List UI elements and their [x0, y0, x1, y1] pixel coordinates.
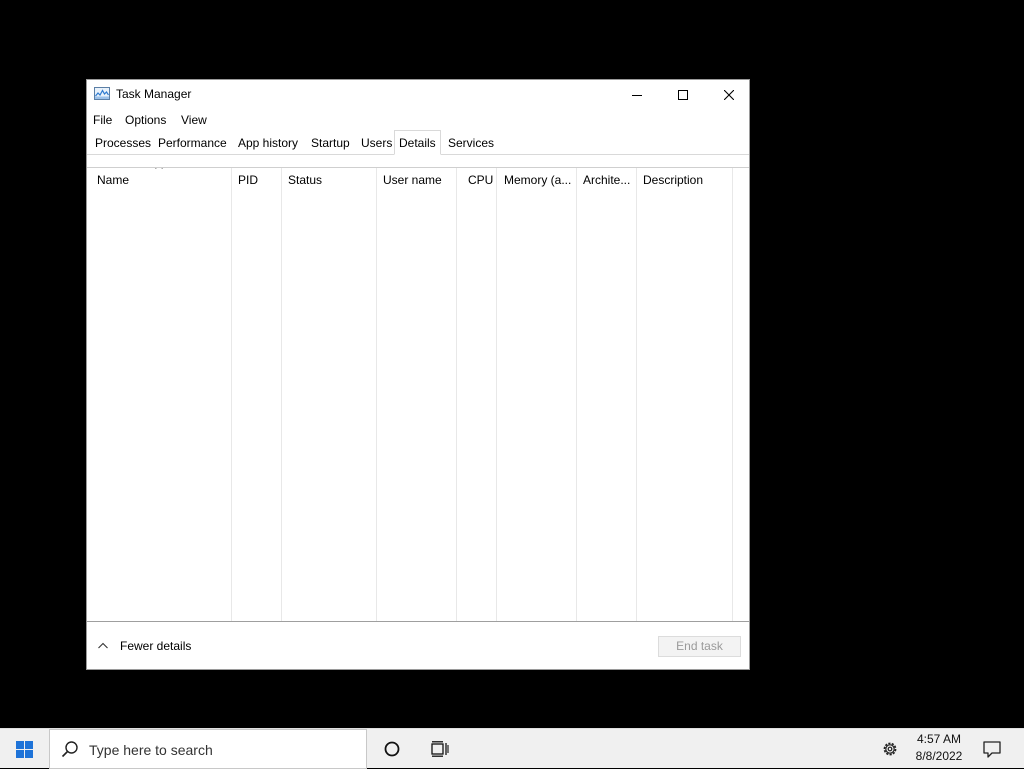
column-divider[interactable]: [376, 168, 377, 621]
column-header-description[interactable]: Description: [643, 173, 703, 187]
column-divider[interactable]: [281, 168, 282, 621]
task-view-icon: [431, 741, 449, 757]
tab-performance[interactable]: Performance: [154, 133, 231, 154]
clock-date: 8/8/2022: [915, 749, 963, 763]
taskbar: Type here to search 4:57 AM 8/8/2022: [0, 728, 1024, 769]
action-center-button[interactable]: [972, 729, 1012, 769]
tab-app-history[interactable]: App history: [234, 133, 302, 154]
cortana-button[interactable]: [370, 729, 414, 769]
clock-time: 4:57 AM: [916, 732, 962, 746]
title-bar[interactable]: Task Manager: [87, 80, 749, 109]
menu-options[interactable]: Options: [125, 113, 166, 127]
sort-ascending-icon: [155, 168, 163, 169]
end-task-button[interactable]: End task: [658, 636, 741, 657]
task-manager-window: Task Manager File Options View Processes…: [86, 79, 750, 670]
maximize-button[interactable]: [660, 80, 706, 109]
notification-icon: [983, 740, 1001, 758]
tab-details[interactable]: Details: [394, 130, 441, 155]
windows-logo-icon: [15, 740, 33, 758]
column-divider[interactable]: [732, 168, 733, 621]
column-header-architecture[interactable]: Archite...: [583, 173, 630, 187]
task-manager-icon: [94, 87, 110, 100]
menu-file[interactable]: File: [93, 113, 112, 127]
menu-bar: File Options View: [87, 110, 749, 130]
tab-startup[interactable]: Startup: [307, 133, 354, 154]
start-button[interactable]: [0, 729, 48, 769]
tab-users[interactable]: Users: [357, 133, 396, 154]
column-divider[interactable]: [456, 168, 457, 621]
settings-button[interactable]: [872, 729, 908, 769]
window-title: Task Manager: [116, 87, 192, 101]
menu-view[interactable]: View: [181, 113, 207, 127]
maximize-icon: [678, 89, 688, 100]
chevron-up-icon[interactable]: [98, 642, 108, 649]
column-divider[interactable]: [231, 168, 232, 621]
cortana-circle-icon: [384, 741, 400, 757]
tab-bar: Processes Performance App history Startu…: [87, 129, 749, 155]
column-divider[interactable]: [636, 168, 637, 621]
tab-processes[interactable]: Processes: [91, 133, 155, 154]
details-table[interactable]: Name PID Status User name CPU Memory (a.…: [87, 167, 749, 622]
search-box[interactable]: Type here to search: [49, 729, 367, 769]
column-header-cpu[interactable]: CPU: [468, 173, 493, 187]
minimize-button[interactable]: [614, 80, 660, 109]
column-header-status[interactable]: Status: [288, 173, 322, 187]
gear-icon: [883, 742, 897, 756]
close-icon: [724, 89, 734, 100]
system-clock[interactable]: 4:57 AM 8/8/2022: [908, 731, 970, 767]
column-divider[interactable]: [576, 168, 577, 621]
footer-bar: Fewer details End task: [87, 622, 749, 670]
column-header-name[interactable]: Name: [97, 173, 129, 187]
search-placeholder: Type here to search: [89, 742, 213, 758]
search-icon: [61, 741, 78, 758]
close-button[interactable]: [706, 80, 752, 109]
column-header-memory[interactable]: Memory (a...: [504, 173, 571, 187]
task-view-button[interactable]: [418, 729, 462, 769]
fewer-details-link[interactable]: Fewer details: [120, 639, 191, 653]
tab-services[interactable]: Services: [444, 133, 498, 154]
column-header-user-name[interactable]: User name: [383, 173, 442, 187]
column-header-pid[interactable]: PID: [238, 173, 258, 187]
minimize-icon: [632, 94, 642, 96]
column-divider[interactable]: [496, 168, 497, 621]
